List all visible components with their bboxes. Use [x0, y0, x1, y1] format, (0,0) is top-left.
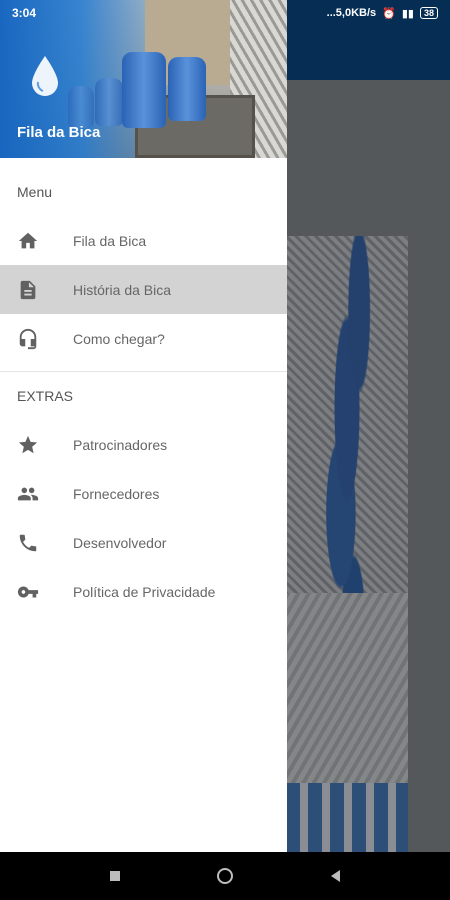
status-indicators: ...5,0KB/s ⏰ ▮▮ 38 [327, 7, 438, 20]
circle-icon [217, 868, 233, 884]
home-button[interactable] [213, 864, 237, 888]
document-icon [0, 279, 73, 301]
people-icon [0, 483, 73, 505]
navigation-drawer: Fila da Bica Menu Fila da Bica História … [0, 0, 287, 852]
network-speed: ...5,0KB/s [326, 7, 377, 19]
status-bar: 3:04 ...5,0KB/s ⏰ ▮▮ 38 [0, 0, 450, 26]
drawer-item-label: Como chegar? [73, 330, 165, 347]
drawer-app-title: Fila da Bica [17, 124, 101, 141]
signal-icon: ▮▮ [401, 7, 414, 20]
star-icon [0, 434, 73, 456]
section-label-menu: Menu [17, 184, 53, 200]
recents-button[interactable] [103, 864, 127, 888]
drawer-item-label: História da Bica [73, 281, 172, 298]
key-icon [0, 581, 73, 603]
drawer-item-label: Política de Privacidade [73, 583, 216, 600]
home-icon [0, 230, 73, 252]
drawer-item-politica-de-privacidade[interactable]: Política de Privacidade [0, 567, 287, 616]
water-drop-icon [32, 56, 58, 96]
system-nav-bar [0, 852, 450, 900]
phone-icon [0, 532, 73, 554]
section-label-extras: EXTRAS [17, 388, 74, 404]
drawer-item-como-chegar[interactable]: Como chegar? [0, 314, 287, 363]
alarm-icon: ⏰ [382, 7, 396, 20]
drawer-item-label: Fornecedores [73, 485, 160, 502]
drawer-item-fila-da-bica[interactable]: Fila da Bica [0, 216, 287, 265]
square-icon [110, 871, 120, 881]
drawer-item-patrocinadores[interactable]: Patrocinadores [0, 420, 287, 469]
triangle-back-icon [330, 870, 340, 882]
drawer-item-label: Patrocinadores [73, 436, 168, 453]
battery-icon: 38 [419, 7, 438, 19]
status-time: 3:04 [12, 6, 37, 20]
back-button[interactable] [323, 864, 347, 888]
drawer-item-desenvolvedor[interactable]: Desenvolvedor [0, 518, 287, 567]
drawer-item-label: Desenvolvedor [73, 534, 167, 551]
drawer-item-label: Fila da Bica [73, 232, 147, 249]
drawer-item-historia-da-bica[interactable]: História da Bica [0, 265, 287, 314]
headset-icon [0, 328, 73, 350]
drawer-item-fornecedores[interactable]: Fornecedores [0, 469, 287, 518]
